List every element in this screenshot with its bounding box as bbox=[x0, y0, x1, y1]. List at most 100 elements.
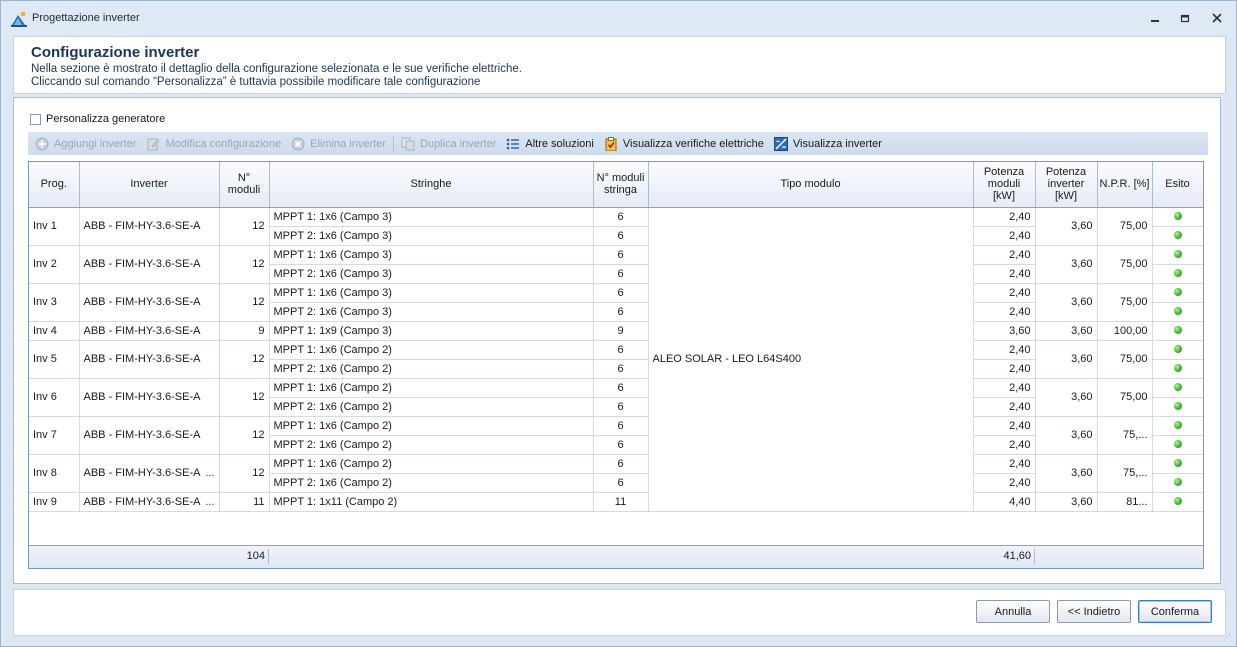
altre-soluzioni-button[interactable]: Altre soluzioni bbox=[505, 136, 594, 152]
cell-prog: Inv 8 bbox=[29, 454, 80, 493]
cell-stringa: MPPT 1: 1x9 (Campo 3) bbox=[269, 321, 594, 341]
personalizza-generatore-option[interactable]: Personalizza generatore bbox=[30, 113, 165, 125]
cell-npr: 75,00 bbox=[1097, 340, 1153, 379]
inverter-name: ABB - FIM-HY-3.6-SE-A bbox=[83, 324, 201, 337]
content-panel: Personalizza generatore Aggiungi inverte… bbox=[13, 97, 1221, 584]
cell-esito bbox=[1152, 473, 1203, 493]
col-tipo-modulo[interactable]: Tipo modulo bbox=[648, 162, 974, 208]
total-potenza-moduli: 41,60 bbox=[1003, 550, 1031, 562]
table-row[interactable]: Inv 9 ABB - FIM-HY-3.6-SE-A... 11 MPPT 1: 1… bbox=[29, 492, 1203, 512]
col-potenza-moduli[interactable]: Potenza moduli [kW] bbox=[973, 162, 1036, 208]
cell-esito bbox=[1152, 454, 1203, 474]
indietro-button[interactable]: << Indietro bbox=[1057, 600, 1131, 623]
title-bar: Progettazione inverter bbox=[1, 1, 1236, 35]
col-inverter[interactable]: Inverter bbox=[79, 162, 220, 208]
cell-potenza-moduli: 2,40 bbox=[973, 416, 1036, 436]
col-esito[interactable]: Esito bbox=[1152, 162, 1203, 208]
cell-npr: 81... bbox=[1097, 492, 1153, 512]
table-row[interactable]: Inv 8 ABB - FIM-HY-3.6-SE-A... 12 MPPT 1: 1… bbox=[29, 454, 1203, 493]
cell-potenza-moduli: 2,40 bbox=[973, 378, 1036, 398]
cell-npr: 75,00 bbox=[1097, 245, 1153, 284]
restore-icon bbox=[1180, 14, 1190, 23]
cell-stringa: MPPT 2: 1x6 (Campo 3) bbox=[269, 264, 594, 284]
cell-inverter: ABB - FIM-HY-3.6-SE-A bbox=[79, 245, 220, 284]
visualizza-verifiche-button[interactable]: Visualizza verifiche elettriche bbox=[603, 136, 764, 152]
status-ok-icon bbox=[1173, 420, 1182, 429]
cell-prog: Inv 9 bbox=[29, 492, 80, 512]
aggiungi-inverter-button[interactable]: Aggiungi inverter bbox=[34, 136, 137, 152]
annulla-button[interactable]: Annulla bbox=[976, 600, 1050, 623]
cell-prog: Inv 6 bbox=[29, 378, 80, 417]
cell-esito bbox=[1152, 321, 1203, 341]
list-icon bbox=[507, 138, 520, 149]
visualizza-inverter-button[interactable]: Visualizza inverter bbox=[773, 136, 882, 152]
modifica-configurazione-button[interactable]: Modifica configurazione bbox=[146, 136, 281, 152]
cell-potenza-inverter: 3,60 bbox=[1035, 492, 1098, 512]
cell-prog: Inv 1 bbox=[29, 207, 80, 246]
status-ok-icon bbox=[1173, 268, 1182, 277]
cell-n-moduli: 12 bbox=[219, 207, 270, 246]
cell-n-moduli: 12 bbox=[219, 378, 270, 417]
cell-potenza-moduli: 2,40 bbox=[973, 435, 1036, 455]
clipboard-check-icon bbox=[605, 136, 617, 151]
cell-n-moduli-stringa: 6 bbox=[593, 302, 649, 322]
cell-npr: 75,00 bbox=[1097, 283, 1153, 322]
cell-inverter: ABB - FIM-HY-3.6-SE-A bbox=[79, 416, 220, 455]
cell-esito bbox=[1152, 302, 1203, 322]
inverter-grid[interactable]: Prog. Inverter N° moduli Stringhe N° mod… bbox=[28, 161, 1204, 569]
elimina-inverter-button[interactable]: Elimina inverter bbox=[290, 136, 386, 152]
header-description-1: Nella sezione è mostrato il dettaglio de… bbox=[31, 63, 522, 75]
cell-esito bbox=[1152, 359, 1203, 379]
close-button[interactable] bbox=[1205, 9, 1229, 27]
inverter-name: ABB - FIM-HY-3.6-SE-A bbox=[83, 258, 201, 270]
table-row[interactable]: Inv 5 ABB - FIM-HY-3.6-SE-A 12 MPPT 1: 1x6 … bbox=[29, 340, 1203, 379]
resize-grip-icon[interactable]: ⋰ bbox=[1223, 633, 1233, 643]
cell-potenza-moduli: 2,40 bbox=[973, 283, 1036, 303]
header-row: Prog. Inverter N° moduli Stringhe N° mod… bbox=[29, 162, 1203, 208]
cell-esito bbox=[1152, 397, 1203, 417]
cell-potenza-moduli: 2,40 bbox=[973, 359, 1036, 379]
col-npr[interactable]: N.P.R. [%] bbox=[1097, 162, 1153, 208]
cell-tipo-modulo: ALEO SOLAR - LEO L64S400 bbox=[648, 207, 974, 512]
conferma-button[interactable]: Conferma bbox=[1138, 600, 1212, 623]
cell-stringa: MPPT 1: 1x11 (Campo 2) bbox=[269, 492, 594, 512]
col-stringhe[interactable]: Stringhe bbox=[269, 162, 594, 208]
table-row[interactable]: Inv 3 ABB - FIM-HY-3.6-SE-A 12 MPPT 1: 1x6 … bbox=[29, 283, 1203, 322]
table-row[interactable]: Inv 6 ABB - FIM-HY-3.6-SE-A 12 MPPT 1: 1x6 … bbox=[29, 378, 1203, 417]
cell-n-moduli: 12 bbox=[219, 283, 270, 322]
cell-stringa: MPPT 1: 1x6 (Campo 2) bbox=[269, 416, 594, 436]
table-row[interactable]: Inv 7 ABB - FIM-HY-3.6-SE-A 12 MPPT 1: 1x6 … bbox=[29, 416, 1203, 455]
col-potenza-inverter[interactable]: Potenza inverter [kW] bbox=[1035, 162, 1098, 208]
cell-n-moduli: 11 bbox=[219, 492, 270, 512]
duplica-inverter-button[interactable]: Duplica inverter bbox=[400, 136, 496, 152]
toolbar-separator bbox=[392, 135, 394, 152]
cell-stringa: MPPT 2: 1x6 (Campo 3) bbox=[269, 302, 594, 322]
cell-n-moduli: 12 bbox=[219, 454, 270, 493]
cell-n-moduli: 12 bbox=[219, 245, 270, 284]
status-ok-icon bbox=[1173, 382, 1182, 391]
duplicate-icon bbox=[401, 137, 415, 150]
cell-stringa: MPPT 1: 1x6 (Campo 3) bbox=[269, 207, 594, 227]
table-row[interactable]: Inv 1 ABB - FIM-HY-3.6-SE-A 12 MPPT 1: 1x6 … bbox=[29, 207, 1203, 512]
cell-stringa: MPPT 1: 1x6 (Campo 2) bbox=[269, 340, 594, 360]
cell-esito bbox=[1152, 340, 1203, 360]
cell-n-moduli-stringa: 6 bbox=[593, 397, 649, 417]
cell-n-moduli: 12 bbox=[219, 416, 270, 455]
cell-potenza-moduli: 4,40 bbox=[973, 492, 1036, 512]
cell-npr: 75,... bbox=[1097, 454, 1153, 493]
progettazione-inverter-window: Progettazione inverter Configurazione in… bbox=[0, 0, 1237, 647]
col-n-moduli[interactable]: N° moduli bbox=[219, 162, 270, 208]
col-prog[interactable]: Prog. bbox=[29, 162, 80, 208]
personalizza-generatore-checkbox[interactable] bbox=[30, 113, 41, 125]
cell-npr: 75,00 bbox=[1097, 378, 1153, 417]
maximize-button[interactable] bbox=[1173, 9, 1197, 27]
minimize-button[interactable] bbox=[1143, 9, 1167, 27]
cell-n-moduli-stringa: 6 bbox=[593, 378, 649, 398]
status-ok-icon bbox=[1173, 344, 1182, 353]
inverter-name: ABB - FIM-HY-3.6-SE-A bbox=[83, 220, 201, 232]
header-description-2: Cliccando sul comando “Personalizza” è t… bbox=[31, 76, 481, 88]
table-row[interactable]: Inv 4 ABB - FIM-HY-3.6-SE-A 9 MPPT 1: 1x9 (… bbox=[29, 321, 1203, 341]
col-n-moduli-stringa[interactable]: N° moduli stringa bbox=[593, 162, 649, 208]
table-row[interactable]: Inv 2 ABB - FIM-HY-3.6-SE-A 12 MPPT 1: 1x6 … bbox=[29, 245, 1203, 284]
status-ok-icon bbox=[1173, 306, 1182, 315]
